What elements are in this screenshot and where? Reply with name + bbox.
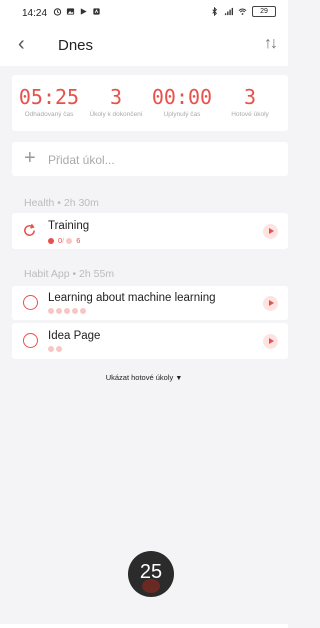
stats-card: 05:25 Odhadovaný čas 3 Úkoly k dokončení… (12, 75, 288, 131)
tomato-icon (56, 308, 62, 314)
tomato-icon (48, 308, 54, 314)
gallery-icon (66, 8, 75, 15)
section-header-habit-app: Habit App • 2h 55m (24, 268, 115, 280)
play-icon[interactable] (263, 224, 278, 239)
task-name: Training (48, 220, 90, 232)
signal-icon (224, 7, 233, 16)
tomato-icon (66, 237, 73, 244)
task-row[interactable]: Learning about machine learning (12, 286, 288, 320)
caret-down-icon: ▼ (175, 375, 183, 382)
pomodoro-estimate-icons (48, 346, 62, 352)
tomato-icon (56, 346, 62, 352)
task-name: Idea Page (48, 330, 101, 342)
app-notification-icon (93, 8, 100, 15)
stat-elapsed-time: 00:00 Uplynulý čas (150, 79, 214, 118)
stat-value: 3 (109, 85, 123, 109)
bluetooth-icon (212, 7, 218, 16)
stat-label: Odhadovaný čas (24, 111, 74, 118)
show-done-tasks-button[interactable]: Ukázat hotové úkoly ▼ (0, 373, 288, 382)
section-header-health: Health • 2h 30m (24, 197, 99, 209)
tomato-icon (72, 308, 78, 314)
pomodoro-count: 0/ (58, 236, 65, 245)
circle-icon[interactable] (23, 295, 38, 310)
bottom-bar (0, 624, 288, 628)
play-store-icon (80, 8, 87, 15)
wifi-icon (238, 8, 247, 15)
page-title: Dnes (58, 37, 94, 54)
battery-icon: 29 (252, 6, 276, 17)
stat-label: Hotové úkoly (231, 111, 269, 118)
circle-icon[interactable] (23, 333, 38, 348)
refresh-icon[interactable] (22, 223, 37, 238)
stat-value: 00:00 (151, 85, 213, 109)
status-time: 14:24 (22, 8, 48, 19)
sort-icon[interactable]: ↑↓ (264, 35, 278, 53)
pomodoro-estimate-icons (48, 308, 86, 314)
stat-estimated-time: 05:25 Odhadovaný čas (16, 79, 82, 118)
timer-button[interactable]: 25 (128, 551, 174, 597)
plus-icon[interactable]: + (24, 148, 36, 168)
stat-value: 05:25 (18, 85, 80, 109)
tomato-icon (48, 346, 54, 352)
pomodoro-progress: 0/ 6 (48, 236, 80, 245)
pomodoro-estimate: 6 (76, 236, 81, 245)
chevron-left-icon[interactable]: ‹ (18, 34, 25, 54)
add-task-field[interactable]: + Přidat úkol... (12, 142, 288, 176)
tomato-icon (64, 308, 70, 314)
task-name: Learning about machine learning (48, 292, 216, 304)
status-bar: 14:24 29 (0, 0, 288, 24)
stat-label: Uplynulý čas (163, 111, 201, 118)
task-row[interactable]: Training 0/ 6 (12, 213, 288, 249)
stat-label: Úkoly k dokončení (89, 111, 143, 118)
stat-value: 3 (243, 85, 257, 109)
stat-tasks-to-complete: 3 Úkoly k dokončení (84, 79, 148, 118)
status-system-icons: 29 (210, 6, 276, 17)
tomato-icon (48, 237, 54, 244)
task-row[interactable]: Idea Page (12, 323, 288, 359)
tomato-icon (80, 308, 86, 314)
play-icon[interactable] (263, 296, 278, 311)
add-task-placeholder: Přidat úkol... (48, 153, 115, 167)
timer-value: 25 (139, 561, 163, 583)
status-notification-icons (53, 7, 101, 16)
alarm-icon (53, 8, 62, 16)
show-done-label: Ukázat hotové úkoly (105, 373, 174, 382)
app-bar: ‹ Dnes ↑↓ (0, 24, 288, 66)
play-icon[interactable] (263, 334, 278, 349)
stat-completed-tasks: 3 Hotové úkoly (216, 79, 284, 118)
